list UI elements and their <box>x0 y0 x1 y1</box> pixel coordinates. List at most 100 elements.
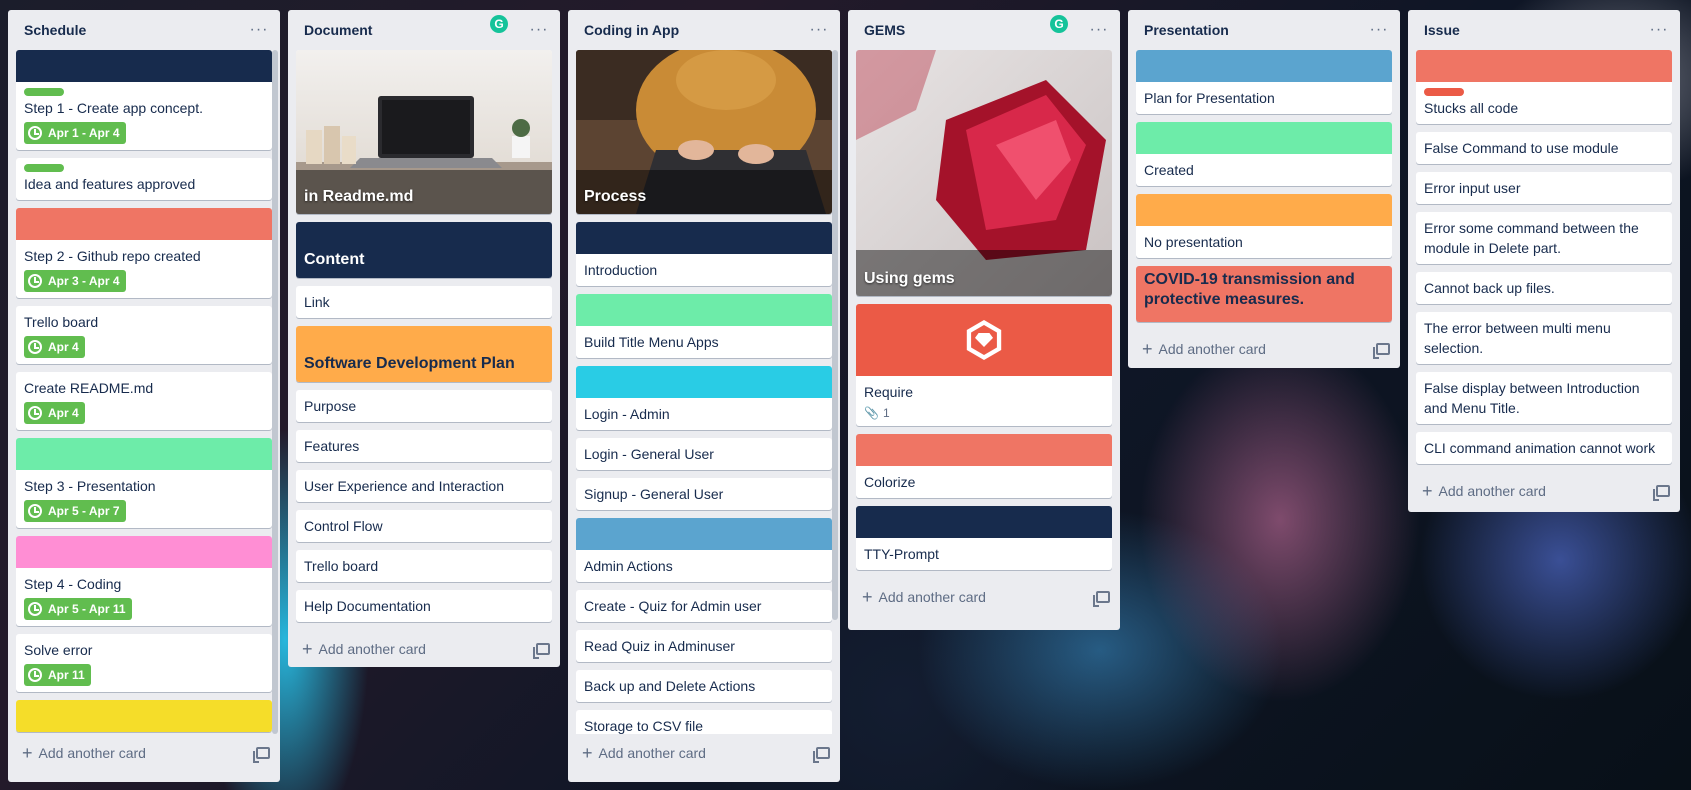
card-template-icon[interactable] <box>813 747 830 763</box>
card-label[interactable] <box>24 88 64 96</box>
add-card-button[interactable]: + Add another card <box>8 734 280 772</box>
card[interactable]: Created <box>1136 122 1392 186</box>
card[interactable] <box>16 700 272 732</box>
due-date-badge[interactable]: Apr 11 <box>24 664 91 686</box>
card[interactable]: Step 3 - Presentation Apr 5 - Apr 7 <box>16 438 272 528</box>
card-title: Require <box>864 384 914 400</box>
card[interactable]: Features <box>296 430 552 462</box>
card[interactable]: Login - General User <box>576 438 832 470</box>
card[interactable]: No presentation <box>1136 194 1392 258</box>
card[interactable]: Help Documentation <box>296 590 552 622</box>
card-template-icon[interactable] <box>253 747 270 763</box>
card[interactable]: Plan for Presentation <box>1136 50 1392 114</box>
list-scrollbar[interactable] <box>832 50 838 620</box>
card[interactable]: False display between Introduction and M… <box>1416 372 1672 424</box>
due-date-badge[interactable]: Apr 5 - Apr 11 <box>24 598 132 620</box>
list-header[interactable]: Schedule ··· <box>8 10 280 50</box>
card-cover <box>16 536 272 568</box>
grammarly-icon[interactable]: G <box>1050 15 1068 33</box>
card[interactable]: Create - Quiz for Admin user <box>576 590 832 622</box>
card-title: Cannot back up files. <box>1424 280 1555 296</box>
list-header[interactable]: Document G ··· <box>288 10 560 50</box>
list-menu-icon[interactable]: ··· <box>528 21 550 39</box>
list-menu-icon[interactable]: ··· <box>808 21 830 39</box>
card[interactable]: Step 2 - Github repo created Apr 3 - Apr… <box>16 208 272 298</box>
card[interactable]: User Experience and Interaction <box>296 470 552 502</box>
list-title[interactable]: Schedule <box>24 22 248 38</box>
card-image[interactable]: Process <box>576 50 832 214</box>
list-header[interactable]: Issue ··· <box>1408 10 1680 50</box>
card[interactable]: Purpose <box>296 390 552 422</box>
card[interactable]: Login - Admin <box>576 366 832 430</box>
add-card-button[interactable]: + Add another card <box>848 578 1120 616</box>
due-date-badge[interactable]: Apr 5 - Apr 7 <box>24 500 126 522</box>
card[interactable]: Create README.md Apr 4 <box>16 372 272 430</box>
add-card-button[interactable]: + Add another card <box>288 630 560 668</box>
card[interactable]: CLI command animation cannot work <box>1416 432 1672 464</box>
card[interactable]: Admin Actions <box>576 518 832 582</box>
card-label[interactable] <box>24 164 64 172</box>
card[interactable]: False Command to use module <box>1416 132 1672 164</box>
card[interactable]: Error input user <box>1416 172 1672 204</box>
due-date-badge[interactable]: Apr 4 <box>24 336 85 358</box>
card-template-icon[interactable] <box>1373 343 1390 359</box>
card-label[interactable] <box>1424 88 1464 96</box>
card[interactable]: The error between multi menu selection. <box>1416 312 1672 364</box>
list-header[interactable]: Coding in App ··· <box>568 10 840 50</box>
card[interactable]: Software Development Plan <box>296 326 552 382</box>
list-title[interactable]: Coding in App <box>584 22 808 38</box>
list-header[interactable]: Presentation ··· <box>1128 10 1400 50</box>
add-card-button[interactable]: + Add another card <box>1408 472 1680 510</box>
card[interactable]: COVID-19 transmission and protective mea… <box>1136 266 1392 322</box>
card-template-icon[interactable] <box>1093 591 1110 607</box>
card[interactable]: Solve error Apr 11 <box>16 634 272 692</box>
card[interactable]: Trello board <box>296 550 552 582</box>
card-image[interactable]: Using gems <box>856 50 1112 296</box>
card[interactable]: Require 📎 1 <box>856 304 1112 426</box>
add-card-button[interactable]: + Add another card <box>568 734 840 772</box>
card-cover <box>1136 122 1392 154</box>
card[interactable]: Idea and features approved <box>16 158 272 200</box>
list-title[interactable]: Issue <box>1424 22 1648 38</box>
list-title[interactable]: Presentation <box>1144 22 1368 38</box>
card[interactable]: Cannot back up files. <box>1416 272 1672 304</box>
list-scrollbar[interactable] <box>272 50 278 734</box>
card[interactable]: Stucks all code <box>1416 50 1672 124</box>
card[interactable]: Back up and Delete Actions <box>576 670 832 702</box>
card-title: Control Flow <box>304 518 383 534</box>
card-template-icon[interactable] <box>1653 485 1670 501</box>
list-header[interactable]: GEMS G ··· <box>848 10 1120 50</box>
card-cover <box>16 50 272 82</box>
card[interactable]: Trello board Apr 4 <box>16 306 272 364</box>
card-title: Trello board <box>24 314 99 330</box>
card[interactable]: Introduction <box>576 222 832 286</box>
attachment-badge[interactable]: 📎 1 <box>864 406 1104 420</box>
card[interactable]: Step 1 - Create app concept. Apr 1 - Apr… <box>16 50 272 150</box>
card[interactable]: Control Flow <box>296 510 552 542</box>
add-card-button[interactable]: + Add another card <box>1128 330 1400 368</box>
list-menu-icon[interactable]: ··· <box>1368 21 1390 39</box>
card[interactable]: Signup - General User <box>576 478 832 510</box>
card[interactable]: TTY-Prompt <box>856 506 1112 570</box>
grammarly-icon[interactable]: G <box>490 15 508 33</box>
list-menu-icon[interactable]: ··· <box>1648 21 1670 39</box>
card-template-icon[interactable] <box>533 643 550 659</box>
card-image[interactable]: in Readme.md <box>296 50 552 214</box>
due-date-badge[interactable]: Apr 1 - Apr 4 <box>24 122 126 144</box>
card-title: False display between Introduction and M… <box>1424 380 1640 416</box>
card[interactable]: Storage to CSV file <box>576 710 832 734</box>
card[interactable]: Build Title Menu Apps <box>576 294 832 358</box>
due-date-badge[interactable]: Apr 4 <box>24 402 85 424</box>
card-title: Create README.md <box>24 380 154 396</box>
plus-icon: + <box>302 639 313 659</box>
card[interactable]: Read Quiz in Adminuser <box>576 630 832 662</box>
due-date-badge[interactable]: Apr 3 - Apr 4 <box>24 270 126 292</box>
attachment-count: 1 <box>882 406 890 420</box>
card[interactable]: Link <box>296 286 552 318</box>
card[interactable]: Content <box>296 222 552 278</box>
list-menu-icon[interactable]: ··· <box>248 21 270 39</box>
list-menu-icon[interactable]: ··· <box>1088 21 1110 39</box>
card[interactable]: Colorize <box>856 434 1112 498</box>
card[interactable]: Error some command between the module in… <box>1416 212 1672 264</box>
card[interactable]: Step 4 - Coding Apr 5 - Apr 11 <box>16 536 272 626</box>
